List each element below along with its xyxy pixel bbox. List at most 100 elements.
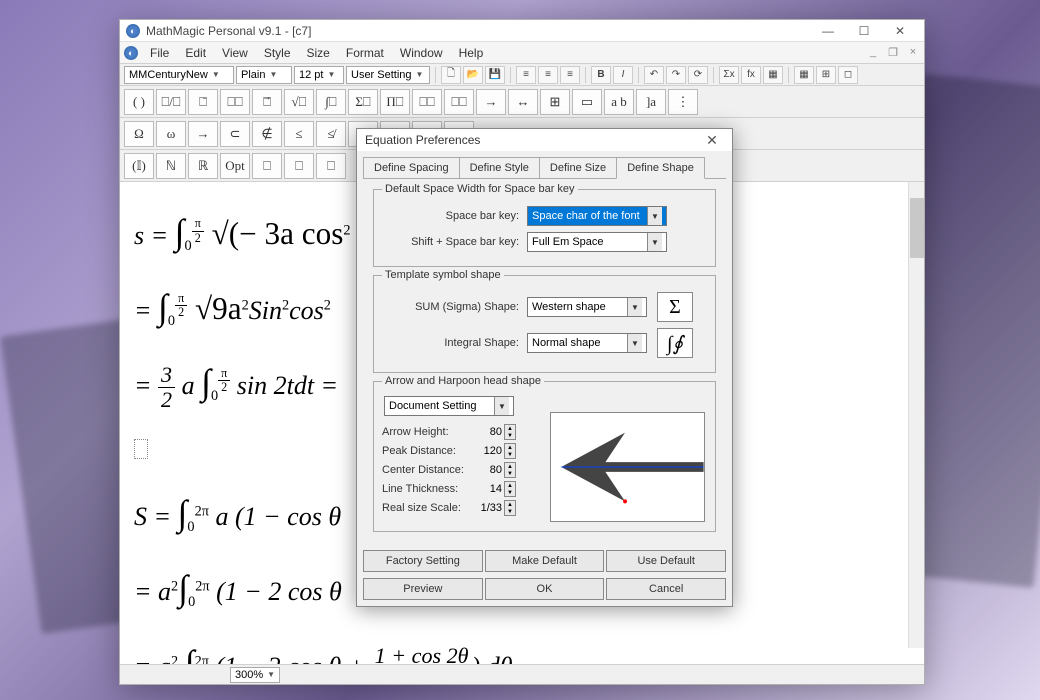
menu-file[interactable]: File (142, 44, 177, 62)
template-btn-17[interactable]: ⋮ (668, 89, 698, 115)
cancel-button[interactable]: Cancel (606, 578, 726, 600)
statusbar: 300%▼ (120, 664, 924, 684)
extra-btn-4[interactable]: ⎕ (252, 153, 282, 179)
arrow-doc-setting-select[interactable]: Document Setting▼ (384, 396, 514, 416)
fx-btn[interactable]: fx (741, 66, 761, 84)
color-btn[interactable]: ▦ (794, 66, 814, 84)
extra-btn-1[interactable]: ℕ (156, 153, 186, 179)
symbol-btn-4[interactable]: ∉ (252, 121, 282, 147)
make-default-button[interactable]: Make Default (485, 550, 605, 572)
template-btn-3[interactable]: ⎕⎕ (220, 89, 250, 115)
template-btn-11[interactable]: → (476, 89, 506, 115)
template-btn-9[interactable]: ⎕⎕ (412, 89, 442, 115)
italic-btn[interactable]: I (613, 66, 633, 84)
spinner-2[interactable]: ▲▼ (504, 462, 516, 478)
spinner-3[interactable]: ▲▼ (504, 481, 516, 497)
symbol-btn-1[interactable]: ω (156, 121, 186, 147)
menu-view[interactable]: View (214, 44, 256, 62)
sum-shape-select[interactable]: Western shape▼ (527, 297, 647, 317)
template-btn-1[interactable]: ⎕/⎕ (156, 89, 186, 115)
menu-window[interactable]: Window (392, 44, 451, 62)
sum-preview: Σ (657, 292, 693, 322)
symbol-btn-2[interactable]: → (188, 121, 218, 147)
doc-restore[interactable]: ❐ (886, 46, 900, 59)
symbol-btn-6[interactable]: ≰ (316, 121, 346, 147)
symbol-btn-5[interactable]: ≤ (284, 121, 314, 147)
open-btn[interactable]: 📂 (463, 66, 483, 84)
template-btn-10[interactable]: ⎕⎕ (444, 89, 474, 115)
tab-define-style[interactable]: Define Style (459, 157, 539, 178)
align-right-btn[interactable]: ≡ (560, 66, 580, 84)
ok-button[interactable]: OK (485, 578, 605, 600)
redo-btn[interactable]: ↷ (666, 66, 686, 84)
symbol-btn-0[interactable]: Ω (124, 121, 154, 147)
template-btn-12[interactable]: ↔ (508, 89, 538, 115)
template-btn-5[interactable]: √⎕ (284, 89, 314, 115)
style-selector[interactable]: Plain▼ (236, 66, 292, 84)
undo-btn[interactable]: ↶ (644, 66, 664, 84)
sigma-btn[interactable]: Σx (719, 66, 739, 84)
refresh-btn[interactable]: ⟳ (688, 66, 708, 84)
extra-btn-5[interactable]: ⎕ (284, 153, 314, 179)
vertical-scrollbar[interactable] (908, 182, 924, 648)
extra-btn-3[interactable]: Opt (220, 153, 250, 179)
new-btn[interactable]: 🗋 (441, 66, 461, 84)
doc-minimize[interactable]: _ (866, 46, 880, 59)
dialog-close-button[interactable]: ✕ (700, 132, 724, 149)
menu-size[interactable]: Size (299, 44, 338, 62)
space-width-group: Default Space Width for Space bar key Sp… (373, 189, 716, 267)
spinner-4[interactable]: ▲▼ (504, 500, 516, 516)
tab-define-shape[interactable]: Define Shape (616, 157, 705, 179)
sum-shape-label: SUM (Sigma) Shape: (382, 301, 527, 313)
menubar: ◐ FileEditViewStyleSizeFormatWindowHelp … (120, 42, 924, 64)
bold-btn[interactable]: B (591, 66, 611, 84)
tab-define-spacing[interactable]: Define Spacing (363, 157, 459, 178)
template-btn-4[interactable]: ⎕⃗ (252, 89, 282, 115)
maximize-button[interactable]: ☐ (846, 21, 882, 41)
user-setting-selector[interactable]: User Setting▼ (346, 66, 430, 84)
equation-preferences-dialog: Equation Preferences ✕ Define SpacingDef… (356, 128, 733, 607)
save-btn[interactable]: 💾 (485, 66, 505, 84)
spinner-0[interactable]: ▲▼ (504, 424, 516, 440)
arrow-preview (550, 412, 705, 522)
space-key-select[interactable]: Space char of the font▼ (527, 206, 667, 226)
align-left-btn[interactable]: ≡ (516, 66, 536, 84)
extra-btn-6[interactable]: ⎕ (316, 153, 346, 179)
shift-space-select[interactable]: Full Em Space▼ (527, 232, 667, 252)
factory-setting-button[interactable]: Factory Setting (363, 550, 483, 572)
template-btn-2[interactable]: ⎕̄ (188, 89, 218, 115)
close-button[interactable]: ✕ (882, 21, 918, 41)
template-btn-0[interactable]: ( ) (124, 89, 154, 115)
grid-btn[interactable]: ⊞ (816, 66, 836, 84)
template-btn-15[interactable]: a b (604, 89, 634, 115)
extra-btn-2[interactable]: ℝ (188, 153, 218, 179)
integral-shape-select[interactable]: Normal shape▼ (527, 333, 647, 353)
menu-style[interactable]: Style (256, 44, 299, 62)
tab-define-size[interactable]: Define Size (539, 157, 616, 178)
arrow-shape-group: Arrow and Harpoon head shape Document Se… (373, 381, 716, 532)
menu-help[interactable]: Help (451, 44, 492, 62)
format-toolbar: MMCenturyNew▼ Plain▼ 12 pt▼ User Setting… (120, 64, 924, 86)
window-title: MathMagic Personal v9.1 - [c7] (146, 24, 810, 38)
template-btn-6[interactable]: ∫⎕ (316, 89, 346, 115)
doc-close[interactable]: × (906, 46, 920, 59)
box-btn[interactable]: ◻ (838, 66, 858, 84)
extra-btn-0[interactable]: (𝕀) (124, 153, 154, 179)
template-btn-14[interactable]: ▭ (572, 89, 602, 115)
preview-button[interactable]: Preview (363, 578, 483, 600)
matrix-btn[interactable]: ▦ (763, 66, 783, 84)
spinner-1[interactable]: ▲▼ (504, 443, 516, 459)
template-btn-8[interactable]: Π⎕ (380, 89, 410, 115)
align-center-btn[interactable]: ≡ (538, 66, 558, 84)
font-selector[interactable]: MMCenturyNew▼ (124, 66, 234, 84)
use-default-button[interactable]: Use Default (606, 550, 726, 572)
size-selector[interactable]: 12 pt▼ (294, 66, 344, 84)
zoom-selector[interactable]: 300%▼ (230, 667, 280, 683)
symbol-btn-3[interactable]: ⊂ (220, 121, 250, 147)
menu-edit[interactable]: Edit (177, 44, 214, 62)
minimize-button[interactable]: — (810, 21, 846, 41)
template-btn-16[interactable]: ]a (636, 89, 666, 115)
template-btn-13[interactable]: ⊞ (540, 89, 570, 115)
menu-format[interactable]: Format (338, 44, 392, 62)
template-btn-7[interactable]: Σ⎕ (348, 89, 378, 115)
